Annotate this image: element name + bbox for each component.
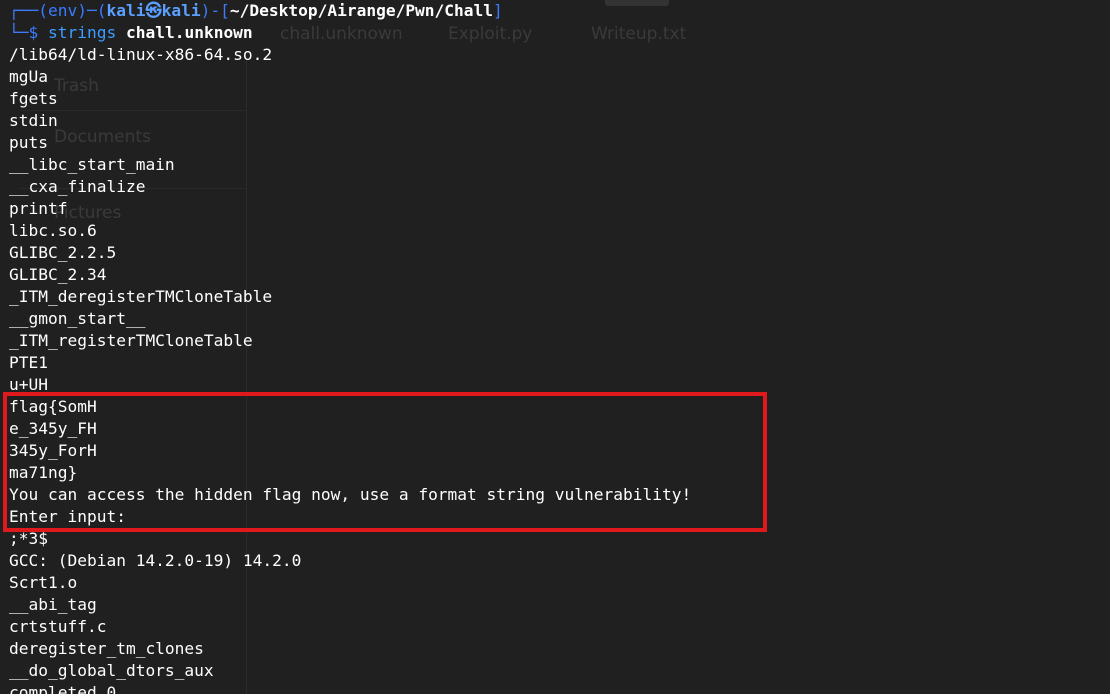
- output-line: mgUa: [9, 67, 48, 86]
- terminal-output: ┌──(env)─(kali㉿kali)-[~/Desktop/Airange/…: [9, 0, 1109, 694]
- prompt-line-1: ┌──(env)─(kali㉿kali)-[~/Desktop/Airange/…: [9, 0, 1109, 22]
- prompt-env: (env): [38, 1, 87, 20]
- output-line: Scrt1.o: [9, 573, 78, 592]
- output-line: _ITM_registerTMCloneTable: [9, 331, 253, 350]
- output-line: ;*3$: [9, 529, 48, 548]
- output-line: puts: [9, 133, 48, 152]
- output-line: 345y_ForH: [9, 441, 97, 460]
- strings-output: /lib64/ld-linux-x86-64.so.2 mgUa fgets stdi…: [9, 44, 1109, 694]
- output-line: __do_global_dtors_aux: [9, 661, 214, 680]
- output-line: libc.so.6: [9, 221, 97, 240]
- output-line: crtstuff.c: [9, 617, 107, 636]
- output-line: completed.0: [9, 683, 117, 694]
- output-line: stdin: [9, 111, 58, 130]
- terminal-window[interactable]: chall.unknown Exploit.py Writeup.txt Tra…: [0, 0, 1110, 694]
- output-line: e_345y_FH: [9, 419, 97, 438]
- output-line: ma71ng}: [9, 463, 78, 482]
- command-name: strings: [48, 23, 117, 42]
- output-line: printf: [9, 199, 68, 218]
- command-argument: chall.unknown: [125, 23, 253, 42]
- output-line: __abi_tag: [9, 595, 97, 614]
- output-line: __gmon_start__: [9, 309, 146, 328]
- output-line: __cxa_finalize: [9, 177, 146, 196]
- output-line: _ITM_deregisterTMCloneTable: [9, 287, 273, 306]
- output-line: /lib64/ld-linux-x86-64.so.2: [9, 45, 273, 64]
- output-line: flag{SomH: [9, 397, 97, 416]
- output-line: GLIBC_2.34: [9, 265, 107, 284]
- output-line: GLIBC_2.2.5: [9, 243, 117, 262]
- prompt-path: ~/Desktop/Airange/Pwn/Chall: [229, 1, 494, 20]
- output-line: Enter input:: [9, 507, 126, 526]
- prompt-corner-bottom: └─$: [9, 23, 39, 42]
- output-line: fgets: [9, 89, 58, 108]
- prompt-dash-2: )-[: [200, 1, 230, 20]
- output-line: u+UH: [9, 375, 48, 394]
- prompt-user-host: kali㉿kali: [106, 1, 201, 20]
- output-line: You can access the hidden flag now, use …: [9, 485, 692, 504]
- prompt-corner-top: ┌──: [9, 1, 39, 20]
- output-line: __libc_start_main: [9, 155, 175, 174]
- prompt-close: ]: [493, 1, 503, 20]
- prompt-line-2: └─$ strings chall.unknown: [9, 22, 1109, 44]
- output-line: PTE1: [9, 353, 48, 372]
- prompt-dash-1: ─(: [86, 1, 107, 20]
- output-line: deregister_tm_clones: [9, 639, 204, 658]
- output-line: GCC: (Debian 14.2.0-19) 14.2.0: [9, 551, 302, 570]
